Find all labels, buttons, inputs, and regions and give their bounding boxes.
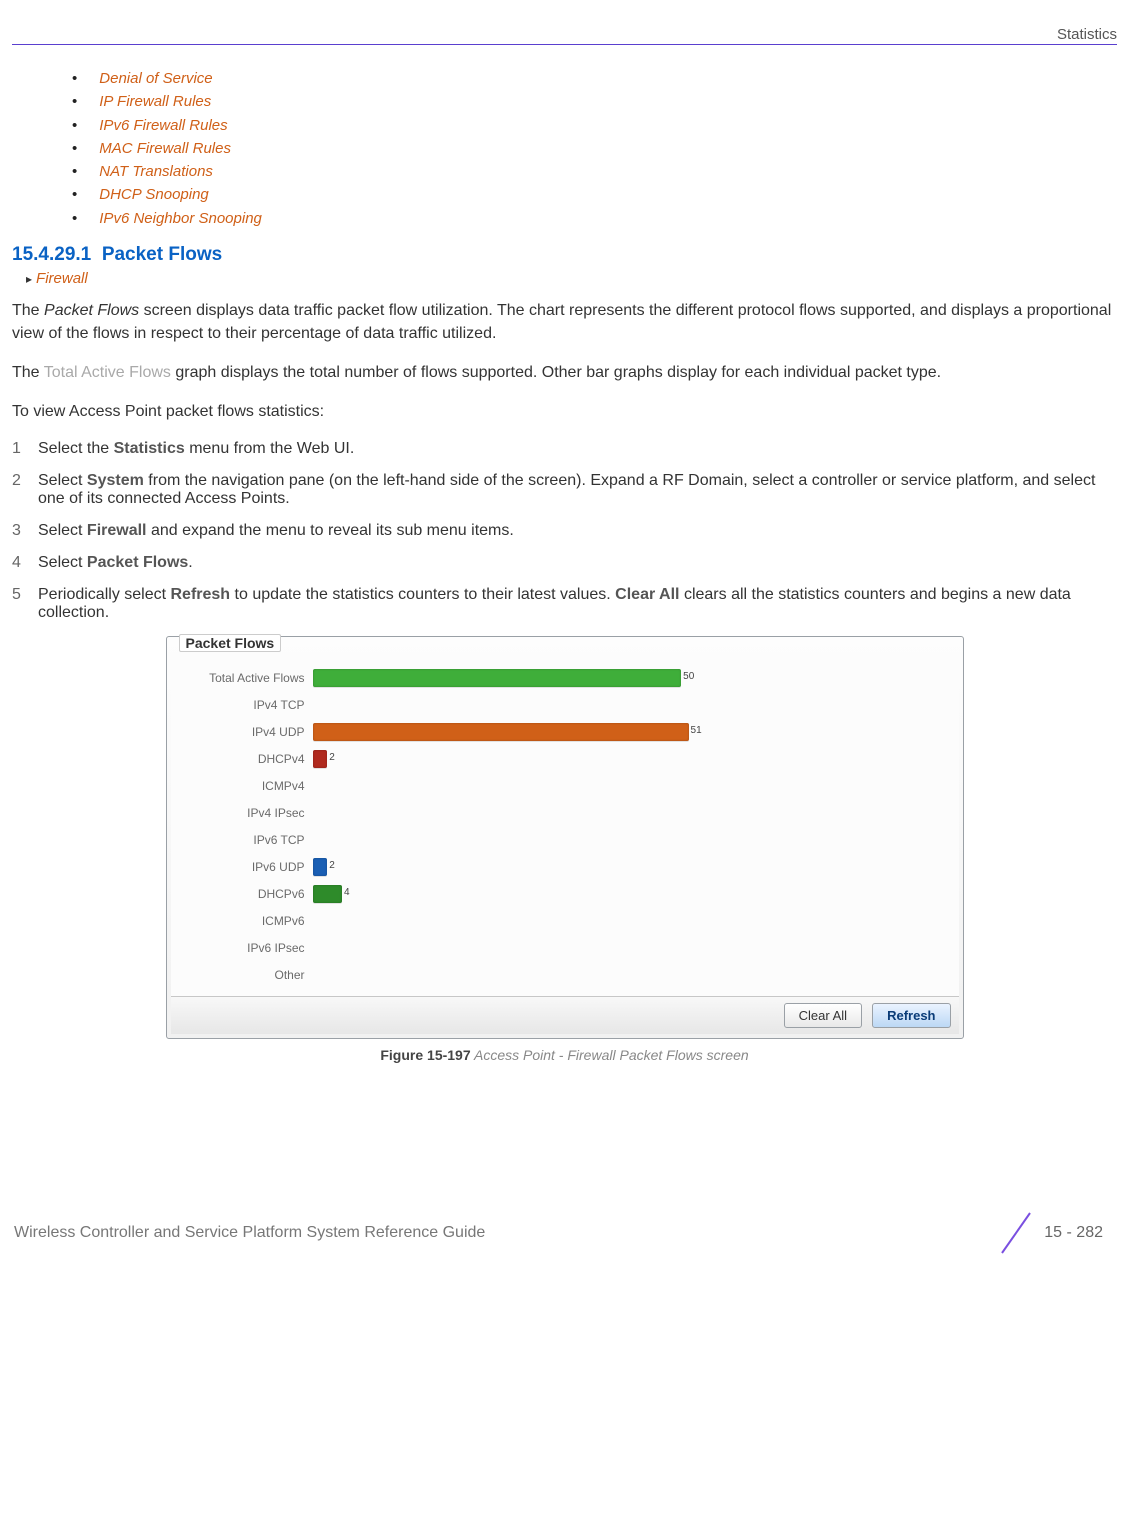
chart-value-label: 50 <box>683 671 694 682</box>
toc-link[interactable]: Denial of Service <box>99 70 212 87</box>
paragraph: The Packet Flows screen displays data tr… <box>12 299 1117 345</box>
toc-list: •Denial of Service •IP Firewall Rules •I… <box>72 67 1117 230</box>
footer-divider-icon <box>996 1211 1036 1255</box>
paragraph: The Total Active Flows graph displays th… <box>12 361 1117 384</box>
toc-link[interactable]: IPv6 Firewall Rules <box>99 117 227 134</box>
chart-value-label: 51 <box>691 725 702 736</box>
figure-caption: Figure 15-197 Access Point - Firewall Pa… <box>166 1047 964 1063</box>
page-footer: Wireless Controller and Service Platform… <box>12 1211 1117 1275</box>
chart-category-label: IPv4 UDP <box>177 725 313 739</box>
chart-row: IPv6 IPsec <box>177 936 945 961</box>
clear-all-button[interactable]: Clear All <box>784 1003 862 1028</box>
toc-link[interactable]: IP Firewall Rules <box>99 93 211 110</box>
chart-row: IPv6 UDP 2 <box>177 855 945 880</box>
chart-row: IPv4 TCP <box>177 693 945 718</box>
paragraph: To view Access Point packet flows statis… <box>12 400 1117 423</box>
packet-flows-panel: Packet Flows Total Active Flows 50 IPv4 TC… <box>166 636 964 1039</box>
step-item: 4Select Packet Flows. <box>12 554 1117 572</box>
chart-row: IPv4 IPsec <box>177 801 945 826</box>
chart-bar <box>313 669 682 687</box>
chart-row: DHCPv4 2 <box>177 747 945 772</box>
steps-list: 1Select the Statistics menu from the Web… <box>12 440 1117 622</box>
figure: Packet Flows Total Active Flows 50 IPv4 TC… <box>166 636 964 1063</box>
section-title: Packet Flows <box>102 244 222 265</box>
chart-row: IPv4 UDP 51 <box>177 720 945 745</box>
chart-row: ICMPv4 <box>177 774 945 799</box>
toc-link[interactable]: NAT Translations <box>99 163 213 180</box>
chart-row: Total Active Flows 50 <box>177 666 945 691</box>
toc-link[interactable]: DHCP Snooping <box>99 186 209 203</box>
chart-value-label: 4 <box>344 887 350 898</box>
chart-category-label: IPv6 TCP <box>177 833 313 847</box>
triangle-icon: ▸ <box>26 272 32 286</box>
chart-row: DHCPv6 4 <box>177 882 945 907</box>
chart-row: ICMPv6 <box>177 909 945 934</box>
toc-link[interactable]: IPv6 Neighbor Snooping <box>99 210 262 227</box>
chart-category-label: IPv4 IPsec <box>177 806 313 820</box>
chart-bar <box>313 723 689 741</box>
chart-category-label: DHCPv4 <box>177 752 313 766</box>
panel-button-bar: Clear All Refresh <box>171 996 959 1034</box>
packet-flows-chart: Total Active Flows 50 IPv4 TCP IPv4 UDP 51 DH… <box>171 658 959 996</box>
chart-bar <box>313 858 328 876</box>
chart-category-label: ICMPv6 <box>177 914 313 928</box>
footer-text: Wireless Controller and Service Platform… <box>14 1224 485 1242</box>
panel-title: Packet Flows <box>179 634 282 652</box>
page-number: 15 - 282 <box>1044 1224 1103 1242</box>
chart-row: IPv6 TCP <box>177 828 945 853</box>
chart-category-label: IPv6 IPsec <box>177 941 313 955</box>
chart-category-label: Total Active Flows <box>177 671 313 685</box>
step-item: 5Periodically select Refresh to update t… <box>12 586 1117 622</box>
page-header-section: Statistics <box>12 26 1117 45</box>
chart-row: Other <box>177 963 945 988</box>
chart-category-label: DHCPv6 <box>177 887 313 901</box>
section-heading: 15.4.29.1 Packet Flows <box>12 244 1117 266</box>
chart-bar <box>313 885 342 903</box>
chart-value-label: 2 <box>329 860 335 871</box>
step-item: 3Select Firewall and expand the menu to … <box>12 522 1117 540</box>
chart-bar <box>313 750 328 768</box>
toc-link[interactable]: MAC Firewall Rules <box>99 140 231 157</box>
chart-category-label: ICMPv4 <box>177 779 313 793</box>
chart-category-label: IPv4 TCP <box>177 698 313 712</box>
chart-category-label: Other <box>177 968 313 982</box>
step-item: 1Select the Statistics menu from the Web… <box>12 440 1117 458</box>
refresh-button[interactable]: Refresh <box>872 1003 950 1028</box>
breadcrumb-label: Firewall <box>36 270 88 287</box>
step-item: 2Select System from the navigation pane … <box>12 472 1117 508</box>
section-number: 15.4.29.1 <box>12 244 91 265</box>
breadcrumb[interactable]: ▸ Firewall <box>26 270 1117 287</box>
chart-category-label: IPv6 UDP <box>177 860 313 874</box>
chart-value-label: 2 <box>329 752 335 763</box>
